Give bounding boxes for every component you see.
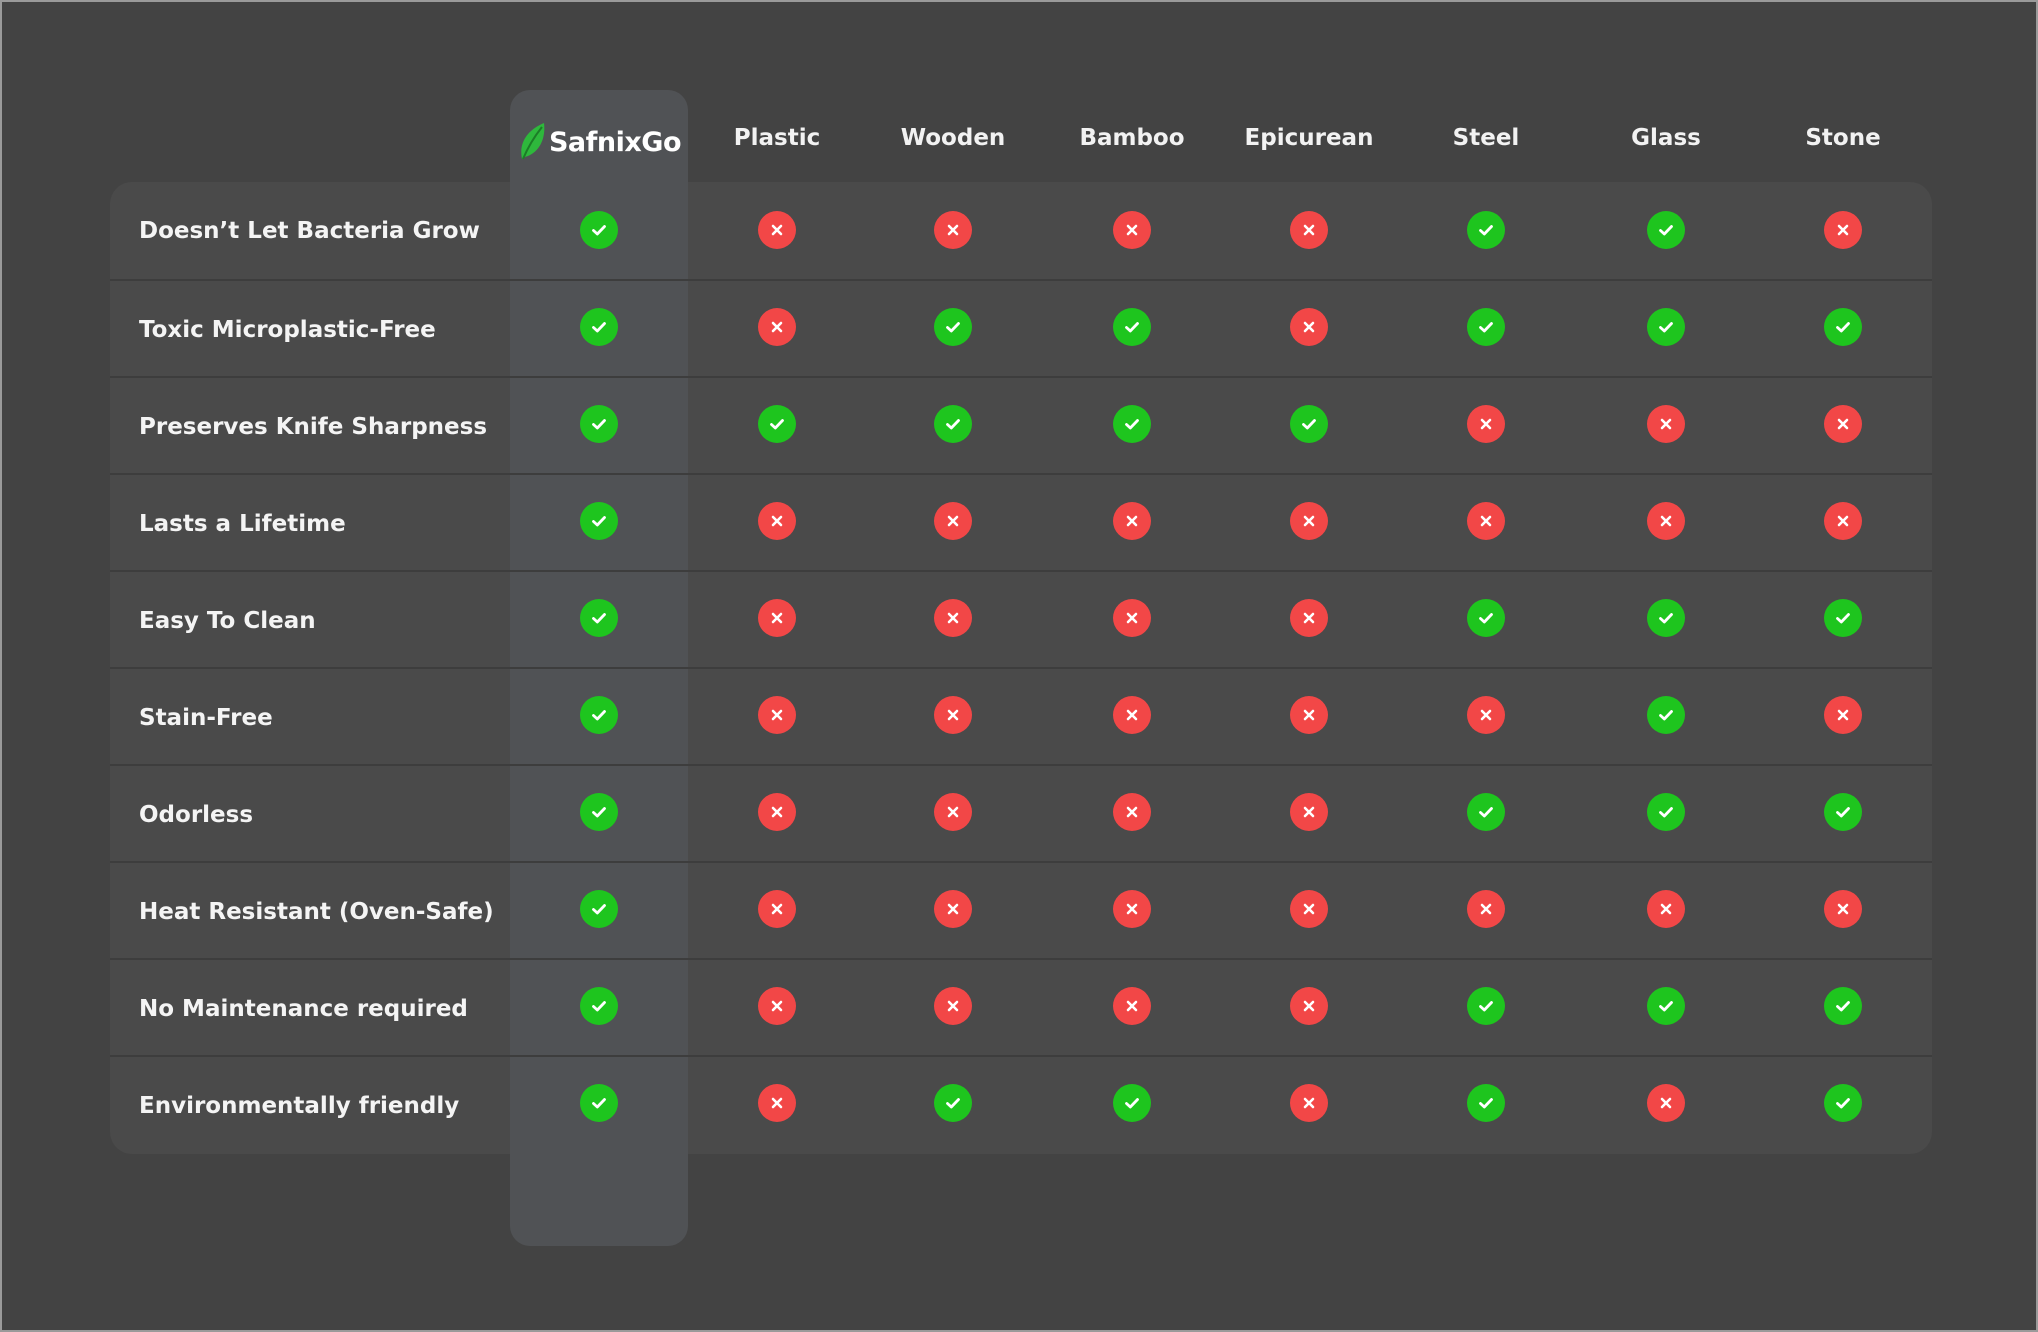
cross-icon (758, 308, 796, 346)
cross-icon (1824, 405, 1862, 443)
cross-icon (758, 211, 796, 249)
cross-icon (1290, 987, 1328, 1025)
cross-icon (758, 890, 796, 928)
check-icon (1467, 211, 1505, 249)
feature-label: Toxic Microplastic-Free (139, 316, 436, 343)
cross-icon (1467, 696, 1505, 734)
cross-icon (1647, 502, 1685, 540)
cross-icon (1113, 890, 1151, 928)
check-icon (580, 696, 618, 734)
check-icon (1647, 696, 1685, 734)
feature-label: Environmentally friendly (139, 1092, 460, 1119)
feature-label: Odorless (139, 801, 254, 828)
cross-icon (1113, 987, 1151, 1025)
cross-icon (1824, 890, 1862, 928)
cross-icon (1647, 1084, 1685, 1122)
cross-icon (1647, 890, 1685, 928)
cross-icon (934, 599, 972, 637)
cross-icon (1113, 793, 1151, 831)
check-icon (1290, 405, 1328, 443)
check-icon (580, 987, 618, 1025)
check-icon (934, 308, 972, 346)
check-icon (580, 211, 618, 249)
check-icon (934, 405, 972, 443)
check-icon (1824, 1084, 1862, 1122)
check-icon (580, 1084, 618, 1122)
check-icon (580, 502, 618, 540)
cross-icon (1824, 211, 1862, 249)
cross-icon (1113, 696, 1151, 734)
cross-icon (758, 599, 796, 637)
cross-icon (758, 1084, 796, 1122)
cross-icon (1467, 502, 1505, 540)
check-icon (1467, 308, 1505, 346)
cross-icon (758, 793, 796, 831)
check-icon (1113, 308, 1151, 346)
check-icon (758, 405, 796, 443)
cross-icon (1113, 502, 1151, 540)
cross-icon (1290, 890, 1328, 928)
check-icon (1824, 987, 1862, 1025)
check-icon (580, 890, 618, 928)
feature-label: Easy To Clean (139, 607, 316, 634)
cross-icon (758, 987, 796, 1025)
leaf-icon (521, 123, 545, 160)
cross-icon (934, 890, 972, 928)
cross-icon (1647, 405, 1685, 443)
check-icon (1467, 793, 1505, 831)
check-icon (1467, 1084, 1505, 1122)
cross-icon (1290, 1084, 1328, 1122)
check-icon (580, 405, 618, 443)
cross-icon (1113, 599, 1151, 637)
check-icon (1647, 599, 1685, 637)
check-icon (1647, 308, 1685, 346)
feature-label: Preserves Knife Sharpness (139, 413, 488, 440)
cross-icon (1467, 890, 1505, 928)
cross-icon (1290, 696, 1328, 734)
cross-icon (1290, 211, 1328, 249)
cross-icon (934, 502, 972, 540)
check-icon (934, 1084, 972, 1122)
feature-label: Heat Resistant (Oven-Safe) (139, 898, 494, 925)
check-icon (1467, 599, 1505, 637)
cross-icon (934, 987, 972, 1025)
feature-label: Doesn’t Let Bacteria Grow (139, 217, 480, 244)
feature-label: Stain-Free (139, 704, 273, 731)
cross-icon (1467, 405, 1505, 443)
check-icon (1113, 405, 1151, 443)
feature-label: Lasts a Lifetime (139, 510, 346, 537)
cross-icon (1824, 696, 1862, 734)
check-icon (1647, 987, 1685, 1025)
check-icon (580, 308, 618, 346)
cross-icon (934, 793, 972, 831)
feature-label: No Maintenance required (139, 995, 468, 1022)
check-icon (1824, 793, 1862, 831)
cross-icon (1290, 793, 1328, 831)
brand-name: SafnixGo (548, 126, 682, 158)
cross-icon (1290, 308, 1328, 346)
cross-icon (934, 696, 972, 734)
check-icon (1467, 987, 1505, 1025)
cross-icon (934, 211, 972, 249)
cross-icon (1290, 599, 1328, 637)
check-icon (580, 793, 618, 831)
cross-icon (758, 696, 796, 734)
cross-icon (1290, 502, 1328, 540)
check-icon (1647, 211, 1685, 249)
check-icon (1824, 308, 1862, 346)
check-icon (1647, 793, 1685, 831)
check-icon (1824, 599, 1862, 637)
cross-icon (1824, 502, 1862, 540)
cross-icon (758, 502, 796, 540)
cross-icon (1113, 211, 1151, 249)
check-icon (580, 599, 618, 637)
check-icon (1113, 1084, 1151, 1122)
brand-logo: SafnixGo (510, 118, 688, 166)
